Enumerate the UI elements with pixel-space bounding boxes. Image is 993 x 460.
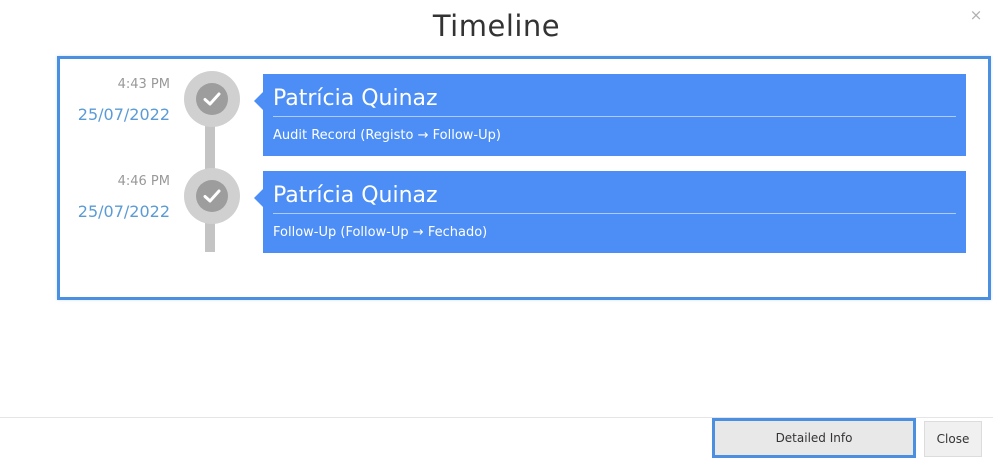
entry-description: Follow-Up (Follow-Up → Fechado) xyxy=(273,225,488,240)
close-icon[interactable]: × xyxy=(968,6,984,24)
checkmark-icon xyxy=(196,180,228,212)
card-pointer xyxy=(254,189,263,207)
timeline-entry: 4:46 PM 25/07/2022 Patrícia Quinaz Follo… xyxy=(60,156,988,253)
entry-date: 25/07/2022 xyxy=(77,202,170,221)
entry-date: 25/07/2022 xyxy=(77,105,170,124)
timeline-dialog: Timeline × 4:43 PM 25/07/2022 Patrícia Q… xyxy=(0,0,993,460)
checkmark-icon xyxy=(196,83,228,115)
timeline-panel: 4:43 PM 25/07/2022 Patrícia Quinaz Audit… xyxy=(57,56,991,300)
entry-time: 4:43 PM xyxy=(117,77,170,92)
entry-user: Patrícia Quinaz xyxy=(273,86,438,111)
card-pointer xyxy=(254,92,263,110)
timeline-node xyxy=(184,168,240,224)
timeline-node xyxy=(184,71,240,127)
timeline-card: Patrícia Quinaz Follow-Up (Follow-Up → F… xyxy=(254,171,966,253)
entry-user: Patrícia Quinaz xyxy=(273,183,438,208)
detailed-info-button[interactable]: Detailed Info xyxy=(712,418,916,458)
close-button[interactable]: Close xyxy=(924,421,982,457)
dialog-title: Timeline xyxy=(432,9,561,43)
card-divider xyxy=(273,116,956,117)
entry-description: Audit Record (Registo → Follow-Up) xyxy=(273,128,501,143)
entry-time: 4:46 PM xyxy=(117,174,170,189)
timeline-card: Patrícia Quinaz Audit Record (Registo → … xyxy=(254,74,966,156)
card-divider xyxy=(273,213,956,214)
timeline-entry: 4:43 PM 25/07/2022 Patrícia Quinaz Audit… xyxy=(60,59,988,171)
